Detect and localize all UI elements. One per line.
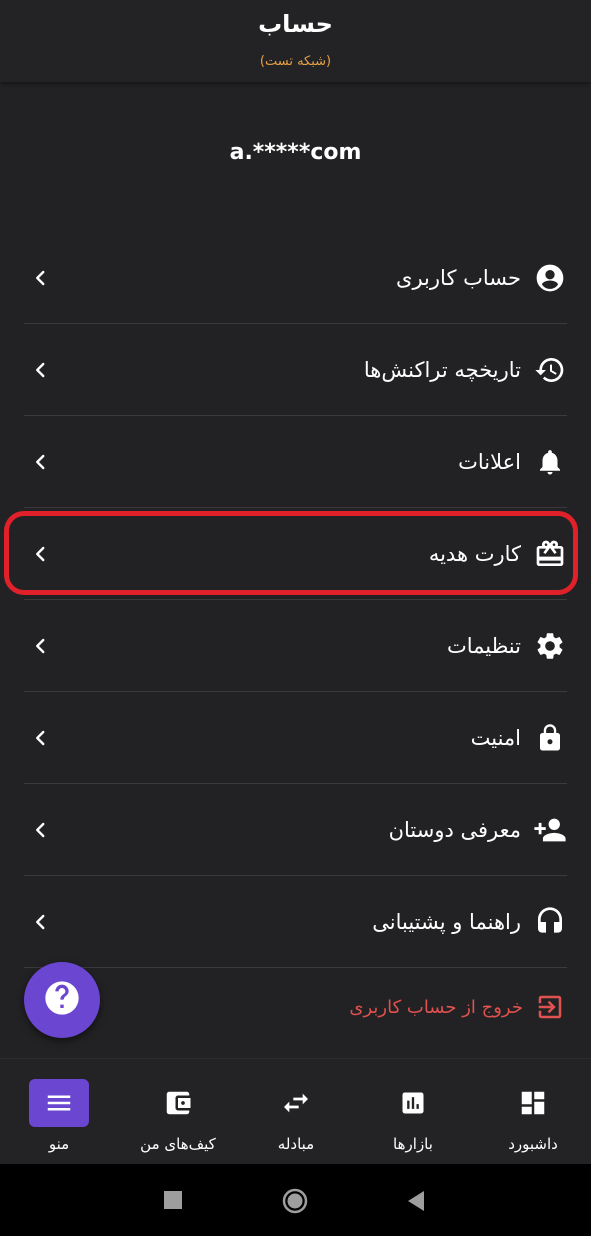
account-circle-icon xyxy=(533,261,567,295)
logout-button[interactable]: خروج از حساب کاربری xyxy=(24,975,567,1039)
menu-item-account[interactable]: حساب کاربری xyxy=(24,232,567,324)
nav-label: منو xyxy=(48,1135,70,1153)
network-subtitle: (شبکه تست) xyxy=(259,54,332,69)
menu-icon xyxy=(29,1079,89,1127)
wallet-icon xyxy=(148,1079,208,1127)
nav-item-markets[interactable]: بازارها xyxy=(354,1059,472,1165)
gear-icon xyxy=(533,629,567,663)
account-menu: حساب کاربری تاریخچه تراکنش‌ها اعلانات کا… xyxy=(24,232,567,968)
system-navigation-bar xyxy=(0,1164,591,1236)
chevron-left-icon xyxy=(32,269,50,287)
chevron-left-icon xyxy=(32,729,50,747)
menu-item-support[interactable]: راهنما و پشتیبانی xyxy=(24,876,567,968)
help-fab[interactable] xyxy=(24,962,100,1038)
headset-icon xyxy=(533,905,567,939)
nav-label: کیف‌های من xyxy=(140,1135,216,1153)
highlight-outline xyxy=(4,511,578,595)
bell-icon xyxy=(533,445,567,479)
menu-item-label: تاریخچه تراکنش‌ها xyxy=(363,357,521,382)
menu-item-security[interactable]: امنیت xyxy=(24,692,567,784)
app-header: حساب (شبکه تست) xyxy=(0,0,591,82)
help-icon xyxy=(42,978,82,1022)
chevron-left-icon xyxy=(32,913,50,931)
lock-icon xyxy=(533,721,567,755)
logout-icon xyxy=(533,990,567,1024)
menu-item-label: امنیت xyxy=(470,725,521,750)
nav-label: داشبورد xyxy=(508,1135,558,1153)
home-button[interactable] xyxy=(282,1188,308,1218)
menu-item-label: راهنما و پشتیبانی xyxy=(372,909,521,934)
bottom-navigation: داشبورد بازارها مبادله کیف‌های من منو xyxy=(0,1058,591,1165)
menu-item-settings[interactable]: تنظیمات xyxy=(24,600,567,692)
menu-item-label: حساب کاربری xyxy=(396,265,521,290)
chevron-left-icon xyxy=(32,637,50,655)
chevron-left-icon xyxy=(32,361,50,379)
bar-chart-icon xyxy=(383,1079,443,1127)
nav-item-dashboard[interactable]: داشبورد xyxy=(474,1059,591,1165)
nav-item-exchange[interactable]: مبادله xyxy=(237,1059,355,1165)
page-title: حساب xyxy=(258,10,333,38)
nav-item-wallets[interactable]: کیف‌های من xyxy=(119,1059,237,1165)
account-email: a.*****com xyxy=(229,140,362,165)
logout-label: خروج از حساب کاربری xyxy=(349,996,523,1018)
menu-item-transactions[interactable]: تاریخچه تراکنش‌ها xyxy=(24,324,567,416)
menu-item-referral[interactable]: معرفی دوستان xyxy=(24,784,567,876)
menu-item-label: معرفی دوستان xyxy=(388,817,521,842)
chevron-left-icon xyxy=(32,453,50,471)
menu-item-label: اعلانات xyxy=(458,449,521,474)
menu-item-label: تنظیمات xyxy=(446,633,521,658)
back-button[interactable] xyxy=(406,1190,426,1216)
recents-button[interactable] xyxy=(164,1191,182,1209)
menu-item-notifications[interactable]: اعلانات xyxy=(24,416,567,508)
nav-label: بازارها xyxy=(393,1135,433,1153)
history-icon xyxy=(533,353,567,387)
chevron-left-icon xyxy=(32,821,50,839)
nav-item-menu[interactable]: منو xyxy=(0,1059,118,1165)
person-add-icon xyxy=(533,813,567,847)
swap-icon xyxy=(266,1079,326,1127)
nav-label: مبادله xyxy=(277,1135,315,1153)
dashboard-icon xyxy=(503,1079,563,1127)
